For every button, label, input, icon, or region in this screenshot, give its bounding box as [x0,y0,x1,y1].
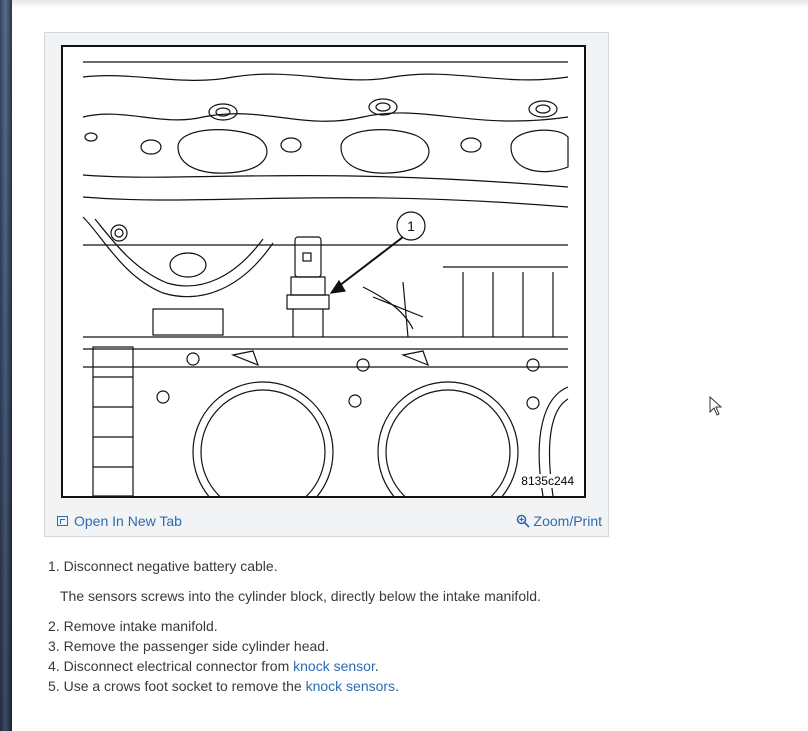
callout-number: 1 [407,218,415,234]
step-4: 4. Disconnect electrical connector from … [48,656,748,676]
step-1: 1. Disconnect negative battery cable. [48,556,748,576]
step-text: Disconnect electrical connector from [63,658,294,674]
step-text: Remove intake manifold. [63,618,218,634]
desktop-background-edge [0,0,12,731]
engine-diagram[interactable]: 1 8135c244 [61,45,586,498]
step-number: 1. [48,558,60,574]
zoom-print-link[interactable]: Zoom/Print [516,513,602,529]
mouse-pointer-icon [709,395,723,416]
step-number: 3. [48,638,60,654]
figure-code: 8135c244 [519,474,576,488]
step-text: Disconnect negative battery cable. [63,558,278,574]
procedure-steps: 1. Disconnect negative battery cable. Th… [48,556,748,696]
knock-sensor-link[interactable]: knock sensor [293,658,375,674]
step-text: Use a crows foot socket to remove the [63,678,306,694]
step-number: 4. [48,658,60,674]
step-punctuation: . [395,678,399,694]
step-2: 2. Remove intake manifold. [48,616,748,636]
step-note: The sensors screws into the cylinder blo… [60,588,541,604]
step-5: 5. Use a crows foot socket to remove the… [48,676,748,696]
zoom-print-label: Zoom/Print [533,513,602,529]
zoom-magnifier-icon [516,514,530,528]
figure-card-footer: Open In New Tab Zoom/Print [45,507,608,535]
knock-sensors-link[interactable]: knock sensors [306,678,395,694]
open-in-new-tab-icon [57,516,68,526]
figure-card: 1 8135c244 Open In New Tab Zoom/Print [44,32,609,537]
top-shadow-strip [12,0,808,8]
open-in-new-tab-label: Open In New Tab [74,513,182,529]
step-number: 2. [48,618,60,634]
step-3: 3. Remove the passenger side cylinder he… [48,636,748,656]
step-number: 5. [48,678,60,694]
engine-line-drawing: 1 [82,61,569,496]
step-punctuation: . [374,658,379,674]
step-text: Remove the passenger side cylinder head. [63,638,329,654]
open-in-new-tab-link[interactable]: Open In New Tab [57,513,182,529]
